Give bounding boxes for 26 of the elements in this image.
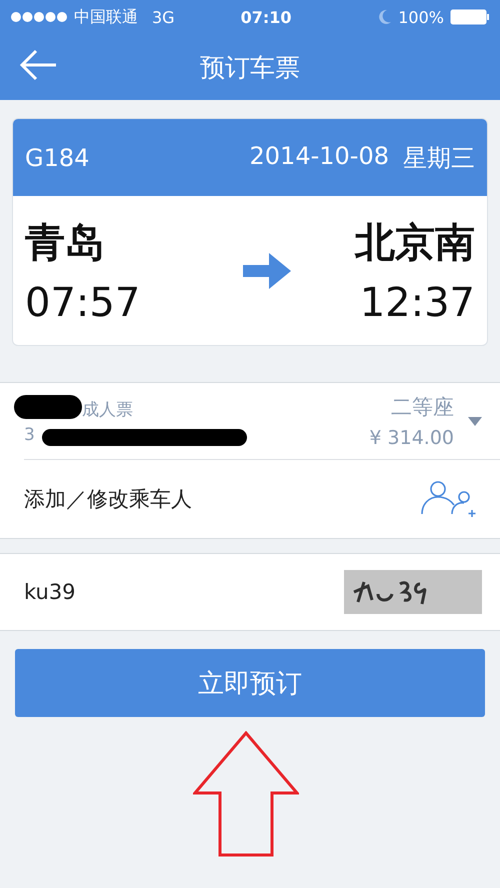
departure-time: 07:57 [25,280,140,326]
book-now-button[interactable]: 立即预订 [15,649,485,717]
redaction-mark [14,395,82,419]
ticket-type: 成人票 [82,398,133,420]
arrival-time: 12:37 [360,280,475,326]
carrier-name: 中国联通 [74,6,138,28]
signal-icon [10,11,68,23]
add-passenger-label: 添加／修改乘车人 [24,486,192,513]
id-number: 3 [24,424,36,444]
page-title: 预订车票 [200,52,300,84]
departure-station: 青岛 [25,219,105,268]
back-button[interactable] [18,48,58,82]
clock: 07:10 [240,8,292,26]
weekday: 星期三 [403,142,475,174]
captcha-input[interactable]: ku39 [24,580,76,604]
travel-date: 2014-10-08 [250,142,389,172]
arrow-right-icon [242,250,293,290]
moon-icon [378,9,392,25]
battery-percent: 100% [398,8,444,26]
dropdown-caret-icon[interactable] [468,416,482,426]
ticket-price: ¥ 314.00 [369,427,454,449]
train-number: G184 [25,144,90,172]
network-type: 3G [152,8,175,26]
seat-class: 二等座 [391,394,454,421]
arrival-station: 北京南 [355,219,475,268]
battery-icon [450,9,490,25]
